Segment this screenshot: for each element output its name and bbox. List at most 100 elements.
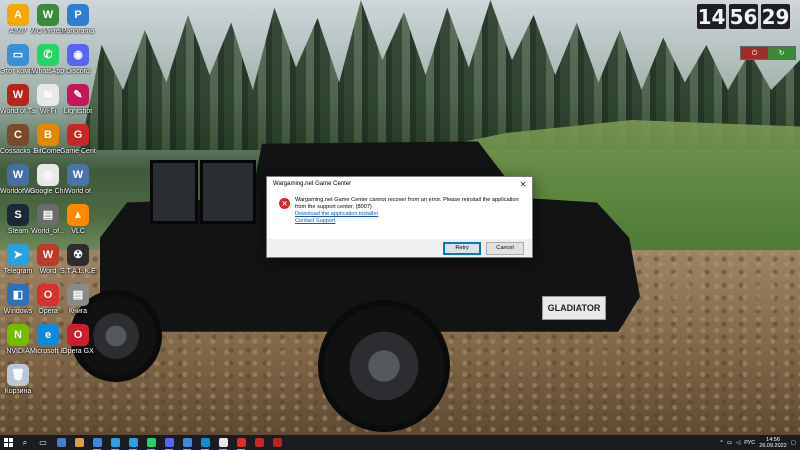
error-dialog: Wargaming.net Game Center ✕ ✕ Wargaming.… (266, 176, 533, 258)
network-icon[interactable]: ▭ (727, 440, 732, 446)
taskbar-app-12-icon[interactable] (252, 435, 266, 450)
desktop-icon-label: Книга (68, 308, 88, 315)
volume-icon[interactable]: ◁ (736, 440, 740, 446)
desktop-app-icon: N (7, 324, 29, 346)
taskbar-task-view-icon[interactable]: ▭ (36, 435, 50, 450)
start-button[interactable] (0, 435, 16, 450)
desktop-app-icon: W (7, 164, 29, 186)
desktop-icon[interactable]: ▤ Книга (60, 284, 96, 316)
download-installer-link[interactable]: Download the application installer (295, 211, 520, 218)
desktop-icon[interactable]: P Panorama (60, 4, 96, 36)
taskbar-apps: ⌕ ▭ (16, 435, 286, 450)
desktop-icon-label: Opera GX (62, 348, 94, 355)
desktop-app-icon: ◎ (37, 164, 59, 186)
taskbar-app-glyph (236, 438, 246, 447)
desktop-icon[interactable]: ▲ VLC (60, 204, 96, 236)
desktop-app-icon: ✆ (37, 44, 59, 66)
taskbar-app-glyph (146, 438, 156, 447)
taskbar-app-3-icon[interactable] (90, 435, 104, 450)
desktop-icon-label: Panorama (61, 28, 95, 35)
tray-chevron-icon[interactable]: ^ (720, 440, 723, 446)
cancel-button[interactable]: Cancel (486, 241, 524, 255)
desktop-app-icon: ≋ (37, 84, 59, 106)
desktop-app-icon: ◉ (67, 44, 89, 66)
desktop-app-icon: S (7, 204, 29, 226)
taskbar-app-8-icon[interactable] (180, 435, 194, 450)
taskbar-app-7-icon[interactable] (162, 435, 176, 450)
desktop-app-icon: ▤ (67, 284, 89, 306)
taskbar-app-glyph (272, 438, 282, 447)
desktop-app-icon: 🗑 (7, 364, 29, 386)
error-icon: ✕ (279, 198, 290, 209)
taskbar-app-13-icon[interactable] (270, 435, 284, 450)
desktop-icon[interactable]: 🗑 Корзина (0, 364, 36, 396)
taskbar-app-1-icon[interactable] (54, 435, 68, 450)
dialog-title: Wargaming.net Game Center (273, 181, 352, 187)
desktop-app-icon: G (67, 124, 89, 146)
wallpaper-plate: GLADIATOR (542, 296, 606, 320)
taskbar-app-glyph (254, 438, 264, 447)
system-tray: ^ ▭ ◁ РУС 14:56 26.09.2022 ▢ (720, 435, 796, 450)
desktop-app-icon: W (37, 244, 59, 266)
desktop-icon[interactable]: ◉ Discord (60, 44, 96, 76)
wallpaper-wheel (318, 300, 450, 432)
wallpaper-jeep-window (150, 160, 198, 224)
desktop-icon-label: Lightshot (63, 108, 93, 115)
desktop-icon-label: VLC (71, 228, 85, 235)
clock-seconds: 29 (761, 4, 790, 29)
desktop-app-icon: C (7, 124, 29, 146)
taskbar-app-4-icon[interactable] (108, 435, 122, 450)
dialog-message: Wargaming.net Game Center cannot recover… (295, 197, 519, 210)
taskbar-app-glyph (56, 438, 66, 447)
desktop-app-icon: e (37, 324, 59, 346)
desktop-icon-label: Discord (66, 68, 90, 75)
desktop-app-icon: O (37, 284, 59, 306)
contact-support-link[interactable]: Contact Support (295, 218, 520, 225)
desktop-icon[interactable]: W World of (60, 164, 96, 196)
desktop-icon-label: S.T.A.L.K.E.R. OGSR Mod (60, 268, 96, 275)
taskbar-app-glyph (182, 438, 192, 447)
close-icon[interactable]: ✕ (517, 178, 529, 190)
taskbar-app-glyph (110, 438, 120, 447)
taskbar-app-2-icon[interactable] (72, 435, 86, 450)
desktop-app-icon: W (7, 84, 29, 106)
wallpaper-jeep-window (200, 160, 256, 224)
desktop-app-icon: O (67, 324, 89, 346)
tray-date: 26.09.2022 (759, 442, 787, 449)
desktop-app-icon: ▭ (7, 44, 29, 66)
language-indicator[interactable]: РУС (744, 440, 755, 446)
desktop-icon[interactable]: G Game Center (60, 124, 96, 156)
desktop-app-icon: W (37, 4, 59, 26)
desktop-app-icon: ◧ (7, 284, 29, 306)
desktop-app-icon: ✎ (67, 84, 89, 106)
taskbar-app-9-icon[interactable] (198, 435, 212, 450)
taskbar: ⌕ ▭ ^ ▭ ◁ РУС 14:56 26.09.2022 ▢ (0, 435, 800, 450)
tray-clock[interactable]: 14:56 26.09.2022 (759, 437, 787, 449)
desktop-app-icon: ▲ (67, 204, 89, 226)
desktop-icon-label: World of (65, 188, 91, 195)
taskbar-app-6-icon[interactable] (144, 435, 158, 450)
desktop-icon[interactable]: ☢ S.T.A.L.K.E.R. OGSR Mod (60, 244, 96, 276)
desktop-app-icon: ▤ (37, 204, 59, 226)
power-off-button[interactable]: ⏻ (741, 47, 768, 59)
notifications-icon[interactable]: ▢ (791, 440, 796, 446)
clock-widget: 14 56 29 (697, 4, 790, 29)
taskbar-app-10-icon[interactable] (216, 435, 230, 450)
retry-button[interactable]: Retry (443, 241, 481, 255)
taskbar-app-5-icon[interactable] (126, 435, 140, 450)
taskbar-app-glyph (128, 438, 138, 447)
desktop-icon[interactable]: O Opera GX (60, 324, 96, 356)
windows-logo-icon (3, 438, 13, 447)
taskbar-app-11-icon[interactable] (234, 435, 248, 450)
taskbar-app-glyph (200, 438, 210, 447)
desktop-icon[interactable]: ✎ Lightshot (60, 84, 96, 116)
restart-button[interactable]: ↻ (768, 47, 795, 59)
taskbar-search-icon[interactable]: ⌕ (18, 435, 32, 450)
desktop-app-icon: B (37, 124, 59, 146)
desktop-app-icon: ➤ (7, 244, 29, 266)
desktop-icon-label: Корзина (4, 388, 32, 395)
taskbar-app-glyph (218, 438, 228, 447)
dialog-message-block: Wargaming.net Game Center cannot recover… (295, 197, 520, 225)
taskbar-app-glyph (164, 438, 174, 447)
desktop-app-icon: A (7, 4, 29, 26)
